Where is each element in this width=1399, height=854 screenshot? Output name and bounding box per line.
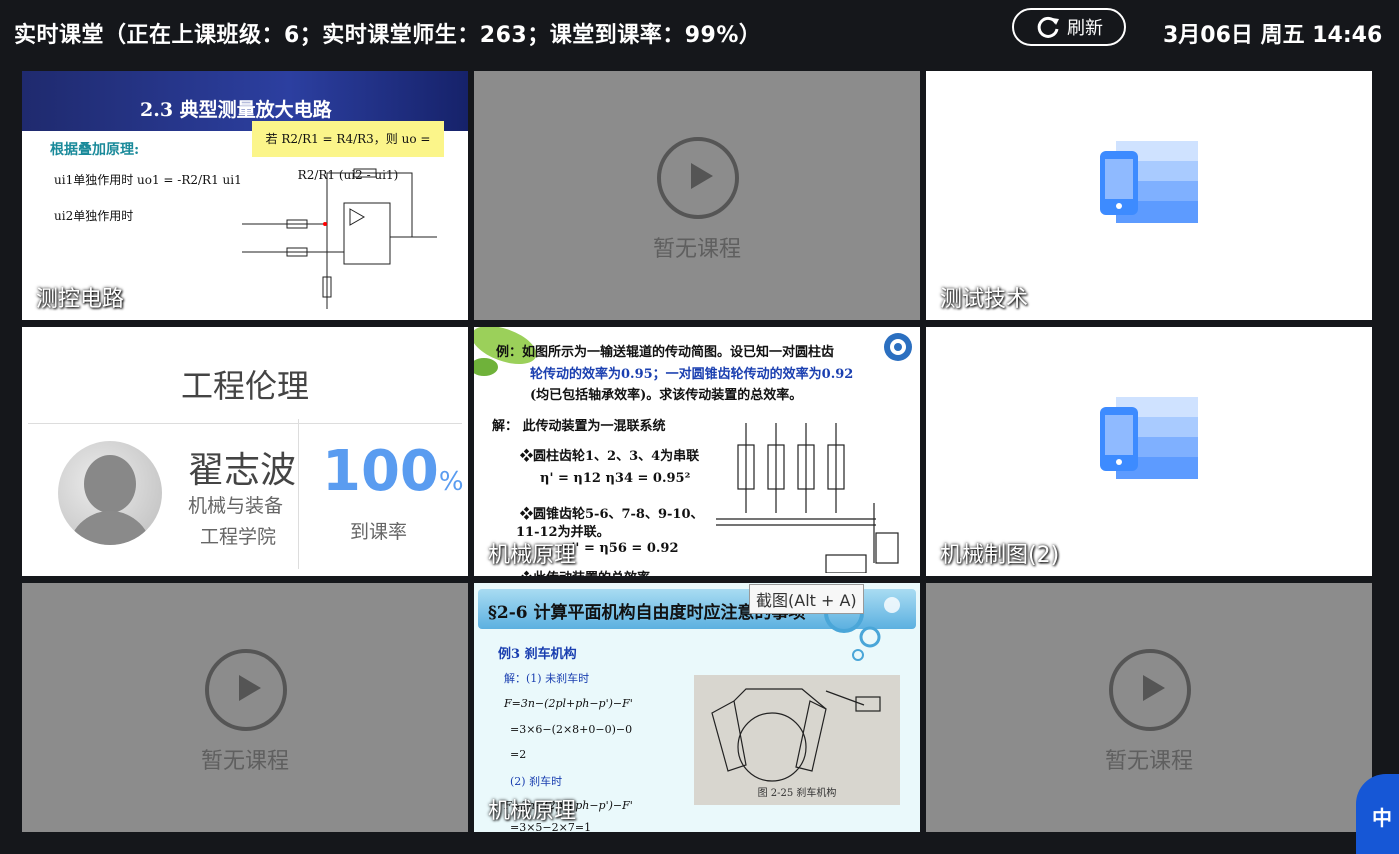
department: 机械与装备	[188, 495, 284, 517]
datetime: 3月06日 周五 14:46	[1163, 23, 1383, 48]
refresh-label: 刷新	[1067, 18, 1103, 39]
slide-text: 例：如图所示为一输送辊道的传动简图。设已知一对圆柱齿	[496, 345, 835, 360]
classroom-tile-5[interactable]: 例：如图所示为一输送辊道的传动简图。设已知一对圆柱齿 轮传动的效率为0.95；一…	[474, 327, 920, 576]
slide-text: ui1单独作用时 uo1 = -R2/R1 ui1	[54, 173, 242, 187]
course-label: 机械原理	[488, 799, 577, 824]
brake-mechanism-diagram	[711, 688, 881, 782]
classroom-tile-1[interactable]: 2.3 典型测量放大电路 若 R2/R1 = R4/R3，则 uo = R2/R…	[22, 71, 468, 320]
classroom-tile-2[interactable]: 暂无课程	[474, 71, 920, 320]
mobile-screen-icon	[1100, 141, 1198, 223]
classroom-tile-6[interactable]: 机械制图(2)	[926, 327, 1372, 576]
play-icon	[205, 649, 287, 731]
ime-label: 中	[1372, 806, 1392, 830]
slide-text: (均已包括轴承效率)。求该传动装置的总效率。	[530, 388, 803, 403]
classroom-tile-4[interactable]: 工程伦理 翟志波 机械与装备 工程学院 100% 到课率	[22, 327, 468, 576]
mechanism-figure: 图 2-25 刹车机构	[694, 675, 900, 805]
play-icon	[657, 137, 739, 219]
slide-text: ❖圆锥齿轮5-6、7-8、9-10、	[520, 507, 704, 522]
teacher-name: 翟志波	[188, 450, 297, 491]
rate-unit: %	[438, 467, 464, 497]
classroom-tile-8[interactable]: §2-6 计算平面机构自由度时应注意的事项 例3 刹车机构 解：(1) 未刹车时…	[474, 583, 920, 832]
slide-text: η'' = η56 = 0.92	[562, 541, 679, 556]
attendance-rate: 100%	[322, 439, 464, 504]
empty-text: 暂无课程	[652, 237, 741, 262]
refresh-button[interactable]: 刷新	[1012, 8, 1126, 46]
slide-text: =2	[510, 748, 527, 761]
rate-label: 到课率	[350, 521, 408, 543]
slide-text: (2) 刹车时	[510, 775, 563, 788]
classroom-tile-3[interactable]: 测试技术	[926, 71, 1372, 320]
slide-text: 例3 刹车机构	[498, 647, 577, 662]
slide-text: ❖圆柱齿轮1、2、3、4为串联	[520, 449, 700, 464]
refresh-icon	[1037, 16, 1059, 38]
slide-text: 解：(1) 未刹车时	[504, 672, 590, 685]
slide-text: 轮传动的效率为0.95；一对圆锥齿轮传动的效率为0.92	[530, 367, 854, 382]
formula-box: 若 R2/R1 = R4/R3，则 uo = R2/R1 (ui2 - ui1)	[252, 121, 444, 182]
page-title: 实时课堂（正在上课班级：6；实时课堂师生：263；课堂到课率：99%）	[14, 23, 762, 48]
logo-icon	[884, 333, 912, 361]
gear-train-diagram	[716, 423, 899, 573]
slide-text: η' = η12 η34 = 0.95²	[540, 471, 691, 486]
empty-text: 暂无课程	[200, 749, 289, 774]
avatar	[58, 441, 162, 545]
slide-text: ui2单独作用时	[54, 209, 134, 223]
course-label: 机械原理	[488, 543, 577, 568]
course-label: 测试技术	[940, 287, 1029, 312]
slide-title: 2.3 典型测量放大电路	[140, 99, 332, 121]
ime-indicator[interactable]: 中	[1356, 774, 1399, 854]
classroom-tile-7[interactable]: 暂无课程	[22, 583, 468, 832]
divider	[298, 419, 299, 569]
slide-text: 根据叠加原理:	[50, 142, 140, 158]
slide-text: F=3n−(2pl+ph−p')−F'	[504, 697, 633, 710]
course-label: 机械制图(2)	[940, 543, 1060, 568]
figure-caption: 图 2-25 刹车机构	[757, 788, 837, 799]
screenshot-tooltip: 截图(Alt + A)	[749, 584, 864, 614]
circuit-diagram	[242, 168, 437, 309]
mobile-screen-icon	[1100, 397, 1198, 479]
slide-text: =3×6−(2×8+0−0)−0	[510, 723, 633, 736]
course-label: 测控电路	[36, 287, 125, 312]
rate-value: 100	[322, 439, 439, 504]
department: 工程学院	[200, 526, 277, 548]
classroom-tile-9[interactable]: 暂无课程	[926, 583, 1372, 832]
divider	[28, 423, 462, 424]
play-icon	[1109, 649, 1191, 731]
course-title: 工程伦理	[180, 367, 309, 405]
top-bar: 实时课堂（正在上课班级：6；实时课堂师生：263；课堂到课率：99%） 刷新 3…	[0, 0, 1399, 66]
slide-text: 解： 此传动装置为一混联系统	[492, 419, 666, 434]
empty-text: 暂无课程	[1104, 749, 1193, 774]
